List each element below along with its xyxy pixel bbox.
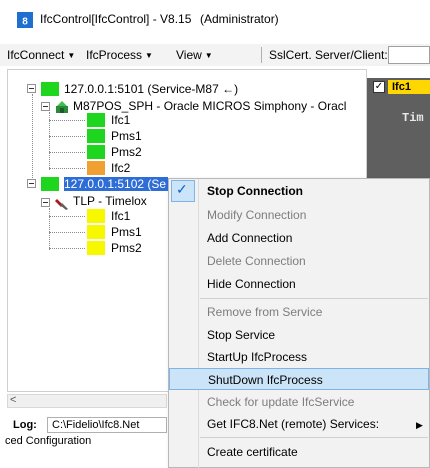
menu-ifcconnect[interactable]: IfcConnect ▼ — [7, 48, 75, 62]
host-label[interactable]: M87POS_SPH - Oracle MICROS Simphony - Or… — [73, 99, 346, 113]
menu-item-hide-connection[interactable]: Hide Connection — [169, 273, 429, 295]
menu-ifcprocess-label: IfcProcess — [86, 48, 143, 62]
channel-label[interactable]: Pms2 — [111, 241, 142, 255]
menu-ifcconnect-label: IfcConnect — [7, 48, 65, 62]
interface-label: Ifc1 — [388, 80, 430, 94]
channel-label[interactable]: Pms1 — [111, 225, 142, 239]
channel-label[interactable]: Ifc2 — [111, 161, 130, 175]
lock-host-icon — [55, 199, 68, 210]
pos-host-icon — [56, 101, 68, 113]
menu-item-label: Add Connection — [207, 231, 293, 245]
svg-text:8: 8 — [22, 17, 28, 28]
menu-item-label: Stop Service — [207, 328, 276, 342]
menu-item-label: StartUp IfcProcess — [207, 350, 308, 364]
interface-title: Tim — [402, 111, 424, 125]
connection-status-indicator — [41, 82, 59, 96]
tree-connector — [49, 168, 85, 169]
tree-connector — [49, 152, 85, 153]
menu-item-check-for-update[interactable]: Check for update IfcService — [169, 391, 429, 413]
tree-connector — [49, 248, 85, 249]
log-label: Log: — [13, 419, 37, 431]
menu-bar: IfcConnect ▼ IfcProcess ▼ View ▼ SslCert. S… — [0, 44, 430, 66]
tree-connector — [49, 216, 85, 217]
advanced-configuration-link[interactable]: ced Configuration — [5, 435, 91, 447]
app-logo-icon: 8 — [17, 12, 33, 28]
menu-item-add-connection[interactable]: Add Connection — [169, 227, 429, 249]
interface-checkbox[interactable]: ✓ — [373, 81, 385, 93]
menu-item-stop-connection[interactable]: Stop Connection — [169, 180, 429, 202]
sslcert-input[interactable] — [388, 46, 430, 64]
menu-sslcert[interactable]: SslCert. Server/Client: — [269, 48, 388, 62]
tree-expander-collapse[interactable] — [41, 198, 50, 207]
tree-connector — [49, 208, 50, 250]
menu-item-label: Delete Connection — [207, 254, 306, 268]
menu-item-label: Get IFC8.Net (remote) Services: — [207, 417, 380, 431]
menu-separator — [200, 437, 428, 438]
channel-status-indicator — [87, 209, 105, 223]
connection-label[interactable]: 127.0.0.1:5101 (Service-M87 ←) — [64, 82, 238, 96]
channel-status-indicator — [87, 145, 105, 159]
menu-item-label: Hide Connection — [207, 277, 296, 291]
menu-item-shutdown-ifcprocess[interactable]: ShutDown IfcProcess — [169, 368, 429, 390]
menu-item-label: Check for update IfcService — [207, 395, 355, 409]
channel-label[interactable]: Ifc1 — [111, 209, 130, 223]
menu-item-label: ShutDown IfcProcess — [208, 373, 323, 387]
menu-view-label: View — [176, 48, 202, 62]
connection-label-selected[interactable]: 127.0.0.1:5102 (Se — [64, 177, 168, 191]
menu-item-stop-service[interactable]: Stop Service — [169, 324, 429, 346]
scroll-left-icon[interactable]: < — [10, 394, 16, 406]
tree-connector — [49, 232, 85, 233]
connection-status-indicator — [41, 177, 59, 191]
menu-ifcprocess[interactable]: IfcProcess ▼ — [86, 48, 153, 62]
menu-item-delete-connection[interactable]: Delete Connection — [169, 250, 429, 272]
channel-status-indicator — [87, 113, 105, 127]
host-label[interactable]: TLP - Timelox — [73, 194, 147, 208]
submenu-arrow-icon: ▶ — [416, 420, 423, 430]
menu-item-label: Modify Connection — [207, 208, 307, 222]
menu-separator — [261, 47, 262, 63]
channel-status-indicator — [87, 225, 105, 239]
menu-item-modify-connection[interactable]: Modify Connection — [169, 204, 429, 226]
channel-status-indicator — [87, 129, 105, 143]
tree-connector — [32, 94, 33, 182]
log-path-field[interactable]: C:\Fidelio\Ifc8.Net — [47, 417, 167, 433]
tree-connector — [49, 120, 85, 121]
menu-item-label: Stop Connection — [207, 184, 303, 198]
menu-item-remove-from-service[interactable]: Remove from Service — [169, 301, 429, 323]
menu-view[interactable]: View ▼ — [176, 48, 213, 62]
horizontal-scrollbar[interactable] — [7, 394, 167, 408]
menu-item-get-remote-services[interactable]: Get IFC8.Net (remote) Services: — [169, 413, 429, 435]
channel-label[interactable]: Ifc1 — [111, 113, 130, 127]
window-title: IfcControl[IfcControl] - V8.15 — [40, 12, 192, 26]
tree-expander-collapse[interactable] — [41, 102, 50, 111]
tree-expander-collapse[interactable] — [27, 179, 36, 188]
channel-label[interactable]: Pms1 — [111, 129, 142, 143]
chevron-down-icon: ▼ — [145, 51, 153, 60]
menu-separator — [200, 298, 428, 299]
menu-item-create-certificate[interactable]: Create certificate — [169, 441, 429, 463]
channel-status-indicator — [87, 161, 105, 175]
tree-connector — [49, 136, 85, 137]
channel-label[interactable]: Pms2 — [111, 145, 142, 159]
channel-status-indicator — [87, 241, 105, 255]
admin-indicator: (Administrator) — [200, 12, 279, 26]
menu-item-label: Create certificate — [207, 445, 298, 459]
chevron-down-icon: ▼ — [67, 51, 76, 60]
menu-item-startup-ifcprocess[interactable]: StartUp IfcProcess — [169, 346, 429, 368]
tree-expander-collapse[interactable] — [27, 84, 36, 93]
menu-item-label: Remove from Service — [207, 305, 323, 319]
chevron-down-icon: ▼ — [204, 51, 213, 60]
